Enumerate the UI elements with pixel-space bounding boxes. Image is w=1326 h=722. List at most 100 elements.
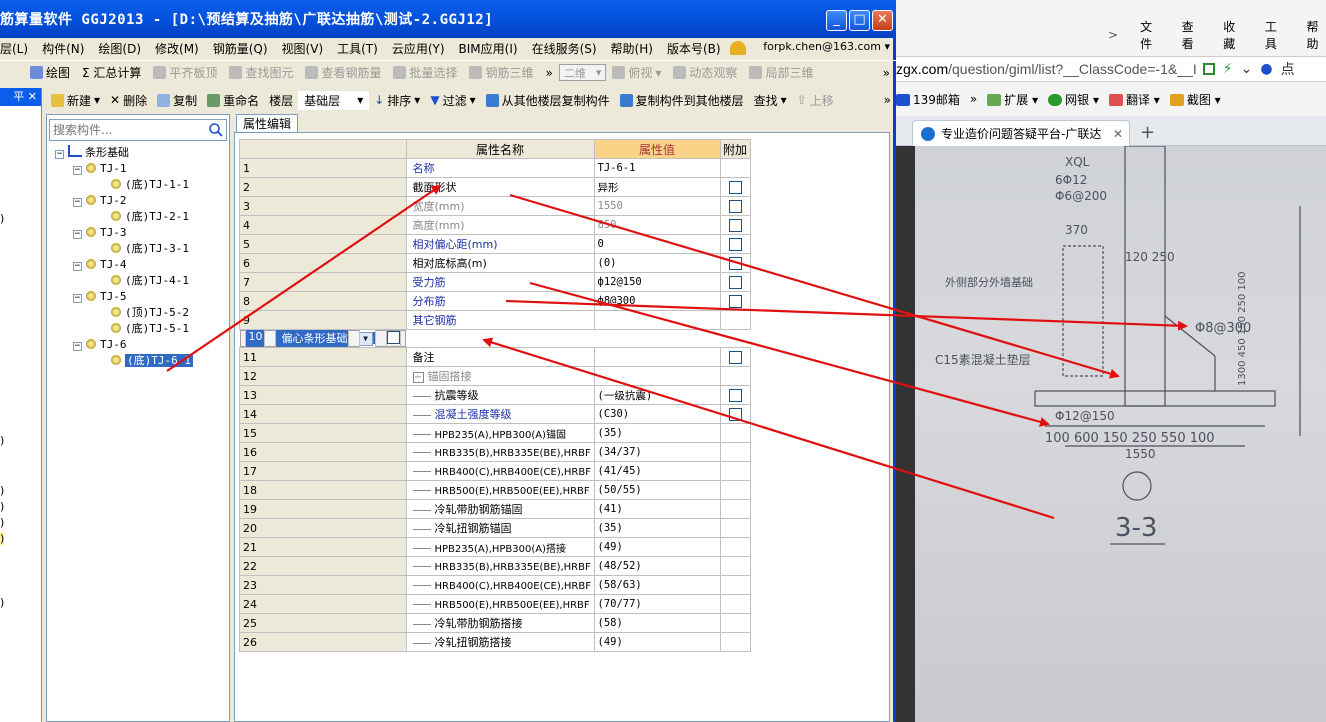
extra-checkbox[interactable] (728, 407, 742, 421)
menu-modify[interactable]: 修改(M) (148, 40, 206, 57)
flat-top-button[interactable]: 平齐板顶 (147, 64, 223, 81)
property-value[interactable]: (58/63) (593, 575, 721, 595)
menu-version[interactable]: 版本号(B) (660, 40, 728, 57)
sum-button[interactable]: Σ 汇总计算 (76, 64, 147, 81)
extra-checkbox[interactable] (728, 180, 742, 194)
extra-checkbox[interactable] (728, 256, 742, 270)
tree-group[interactable]: − TJ-4 (53, 257, 229, 273)
browser-address-bar[interactable]: zgx.com/question/giml/list?__ClassCode=-… (896, 56, 1326, 82)
tree-leaf[interactable]: (底)TJ-3-1 (53, 241, 229, 257)
property-row[interactable]: 26 冷轧扭钢筋搭接 (49) (239, 632, 751, 652)
property-row[interactable]: 5 相对偏心距(mm) 0 (239, 234, 751, 254)
component-search-input[interactable]: 搜索构件... (49, 119, 227, 141)
menu-tools[interactable]: 工具(T) (330, 40, 385, 57)
fav-screenshot[interactable]: 截图 ▾ (1169, 91, 1221, 108)
move-up-button[interactable]: ⇧ 上移 (792, 92, 839, 109)
property-value[interactable]: (48/52) (593, 556, 721, 576)
extra-checkbox[interactable] (728, 388, 742, 402)
extra-checkbox[interactable] (387, 330, 400, 344)
property-value[interactable]: (41/45) (593, 461, 721, 481)
collapse-icon[interactable]: − (73, 294, 82, 303)
menu-view[interactable]: 视图(V) (275, 40, 331, 57)
collapse-icon[interactable]: − (73, 166, 82, 175)
collapse-icon[interactable]: − (73, 262, 82, 271)
find-button[interactable]: 查找 ▾ (749, 92, 792, 109)
property-row[interactable]: 6 相对底标高(m) (0) (239, 253, 751, 273)
property-value[interactable]: 850 (593, 215, 721, 235)
new-tab-button[interactable]: + (1140, 122, 1155, 143)
property-row[interactable]: 7 受力筋 ф12@150 (239, 272, 751, 292)
tree-group[interactable]: − TJ-1 (53, 161, 229, 177)
property-value[interactable]: TJ-6-1 (593, 158, 721, 178)
property-row[interactable]: 21 HPB235(A),HPB300(A)搭接 (49) (239, 537, 751, 557)
property-value[interactable] (593, 347, 721, 367)
extra-checkbox[interactable] (728, 350, 742, 364)
collapse-icon[interactable]: − (73, 342, 82, 351)
account-label[interactable]: forpk.chen@163.com ▾ (763, 40, 890, 53)
property-value[interactable]: ф8@300 (593, 291, 721, 311)
property-value[interactable]: (49) (593, 632, 721, 652)
property-row[interactable]: 4 高度(mm) 850 (239, 215, 751, 235)
property-value[interactable] (593, 310, 721, 330)
filter-button[interactable]: ▼ 过滤 ▾ (425, 92, 480, 109)
copy-to-floor-button[interactable]: 复制构件到其他楼层 (615, 92, 749, 109)
toolbar1-more-right[interactable]: » (877, 66, 896, 80)
property-row[interactable]: 18 HRB500(E),HRB500E(EE),HRBF (50/55) (239, 480, 751, 500)
collapse-icon[interactable]: − (412, 372, 424, 383)
collapse-icon[interactable]: − (73, 198, 82, 207)
property-row[interactable]: 8 分布筋 ф8@300 (239, 291, 751, 311)
menu-cloud[interactable]: 云应用(Y) (385, 40, 452, 57)
find-element-button[interactable]: 查找图元 (223, 64, 299, 81)
property-value[interactable]: (0) (593, 253, 721, 273)
browser-menu-favorites[interactable]: 收藏 (1223, 18, 1243, 52)
copy-button[interactable]: 复制 (152, 92, 202, 109)
extra-checkbox[interactable] (728, 237, 742, 251)
chevron-down-icon[interactable]: ⌄ (1241, 61, 1253, 77)
tree-root[interactable]: − 条形基础 (53, 145, 229, 161)
tree-leaf-selected[interactable]: (底)TJ-6-1 (53, 353, 229, 369)
tree-group[interactable]: − TJ-2 (53, 193, 229, 209)
property-value[interactable]: (58) (593, 613, 721, 633)
property-row[interactable]: 2 截面形状 异形 (239, 177, 751, 197)
browser-menu-view[interactable]: 查看 (1182, 18, 1202, 52)
extra-checkbox[interactable] (728, 218, 742, 232)
collapse-icon[interactable]: − (73, 230, 82, 239)
sort-button[interactable]: ↓ 排序 ▾ (369, 92, 425, 109)
menu-bim[interactable]: BIM应用(I) (452, 40, 525, 57)
minimize-button[interactable]: _ (826, 10, 847, 31)
local-3d-button[interactable]: 局部三维 (743, 64, 819, 81)
extra-checkbox[interactable] (728, 275, 742, 289)
property-value[interactable]: 异形 (593, 177, 721, 197)
property-value[interactable]: (C30) (593, 404, 721, 424)
property-value[interactable]: ф12@150 (593, 272, 721, 292)
browser-menu-tools[interactable]: 工具 (1265, 18, 1285, 52)
overlook-button[interactable]: 俯视 ▾ (606, 64, 667, 81)
property-group-row[interactable]: 12− 锚固搭接 (239, 366, 751, 386)
menu-help[interactable]: 帮助(H) (604, 40, 660, 57)
tree-leaf[interactable]: (底)TJ-2-1 (53, 209, 229, 225)
property-value[interactable]: (34/37) (593, 442, 721, 462)
property-row[interactable]: 22 HRB335(B),HRB335E(BE),HRBF (48/52) (239, 556, 751, 576)
floor-select[interactable]: 基础层 ▾ (298, 90, 370, 110)
property-row[interactable]: 23 HRB400(C),HRB400E(CE),HRBF (58/63) (239, 575, 751, 595)
tree-leaf[interactable]: (底)TJ-4-1 (53, 273, 229, 289)
collapse-icon[interactable]: − (55, 150, 64, 159)
copy-from-floor-button[interactable]: 从其他楼层复制构件 (481, 92, 615, 109)
maximize-button[interactable]: □ (849, 10, 870, 31)
left-panel-header[interactable]: 平 ✕ (0, 88, 41, 106)
view-rebar-button[interactable]: 查看钢筋量 (299, 64, 387, 81)
fav-translate[interactable]: 翻译 ▾ (1108, 91, 1160, 108)
property-value[interactable]: (一级抗震) (593, 385, 721, 405)
fav-bank[interactable]: 网银 ▾ (1048, 91, 1099, 108)
menu-floor[interactable]: 层(L) (0, 40, 35, 57)
tree-group[interactable]: − TJ-6 (53, 337, 229, 353)
property-row[interactable]: 14 混凝土强度等级 (C30) (239, 404, 751, 424)
property-row[interactable]: 1 名称 TJ-6-1 (239, 158, 751, 178)
qr-icon[interactable] (1202, 63, 1215, 75)
view-mode-select[interactable]: 二维 ▾ (558, 64, 607, 81)
property-row[interactable]: 9 其它钢筋 (239, 310, 751, 330)
rename-button[interactable]: 重命名 (202, 92, 264, 109)
property-row[interactable]: 24 HRB500(E),HRB500E(EE),HRBF (70/77) (239, 594, 751, 614)
property-row[interactable]: 17 HRB400(C),HRB400E(CE),HRBF (41/45) (239, 461, 751, 481)
tab-close-icon[interactable]: ✕ (1113, 127, 1123, 141)
